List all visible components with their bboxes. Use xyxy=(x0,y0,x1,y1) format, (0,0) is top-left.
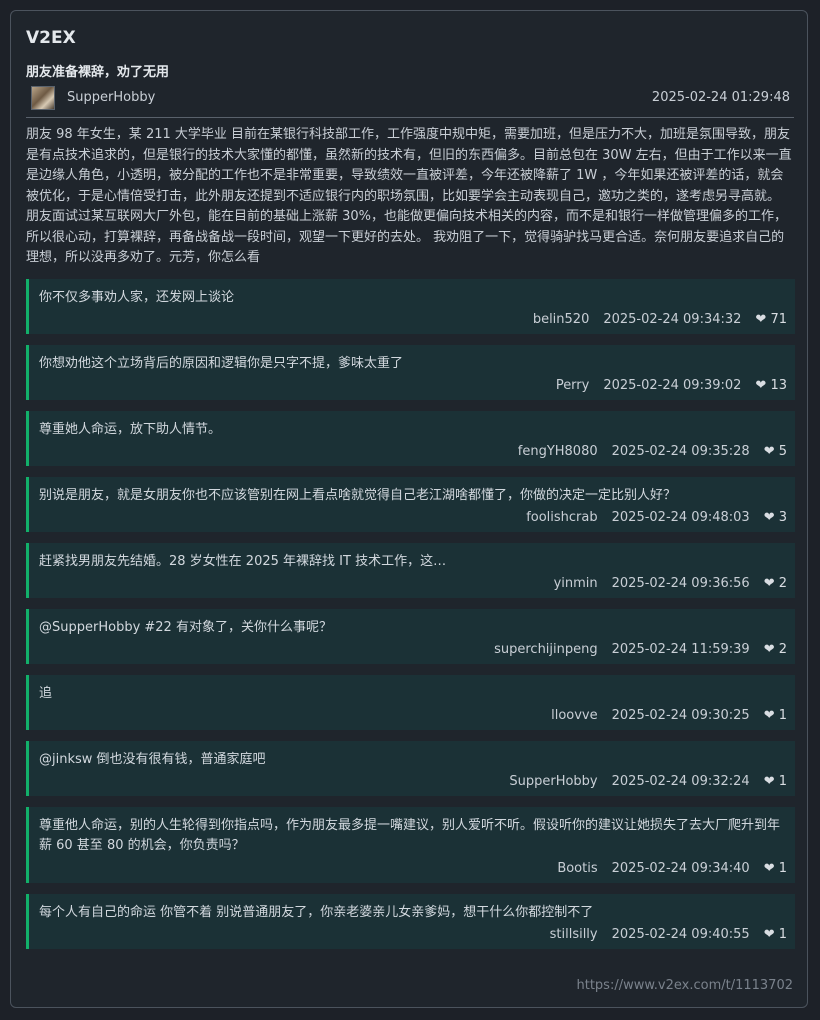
reply-meta: foolishcrab 2025-02-24 09:48:03 ❤ 3 xyxy=(512,510,787,525)
reply-item: 赶紧找男朋友先结婚。28 岁女性在 2025 年裸辞找 IT 技术工作，这… y… xyxy=(26,543,795,598)
author-row: SupperHobby 2025-02-24 01:29:48 xyxy=(26,85,790,113)
reply-user[interactable]: lloovve xyxy=(551,708,598,723)
reply-time: 2025-02-24 09:34:32 xyxy=(603,312,742,327)
reply-item: 尊重他人命运，别的人生轮得到你指点吗，作为朋友最多提一嘴建议，别人爱听不听。假设… xyxy=(26,807,795,883)
reply-text: 赶紧找男朋友先结婚。28 岁女性在 2025 年裸辞找 IT 技术工作，这… xyxy=(39,554,447,569)
reply-likes: ❤ 2 xyxy=(763,642,787,657)
reply-item: 追 lloovve 2025-02-24 09:30:25 ❤ 1 xyxy=(26,675,795,730)
reply-likes: ❤ 71 xyxy=(755,312,787,327)
reply-user[interactable]: belin520 xyxy=(533,312,590,327)
reply-user[interactable]: Bootis xyxy=(557,861,597,876)
reply-item: 尊重她人命运，放下助人情节。 fengYH8080 2025-02-24 09:3… xyxy=(26,411,795,466)
reply-user[interactable]: stillsilly xyxy=(550,927,598,942)
topic-url-link[interactable]: https://www.v2ex.com/t/1113702 xyxy=(576,978,793,993)
reply-time: 2025-02-24 09:39:02 xyxy=(603,378,742,393)
reply-likes: ❤ 3 xyxy=(763,510,787,525)
reply-text: 追 xyxy=(39,686,53,701)
avatar[interactable] xyxy=(31,86,55,110)
reply-item: 每个人有自己的命运 你管不着 别说普通朋友了，你亲老婆亲儿女亲爹妈，想干什么你都… xyxy=(26,894,795,949)
post-date: 2025-02-24 01:29:48 xyxy=(651,90,790,105)
site-title[interactable]: V2EX xyxy=(26,28,76,48)
topic-card: V2EX 朋友准备裸辞，劝了无用 SupperHobby 2025-02-24 … xyxy=(10,10,808,1008)
reply-time: 2025-02-24 09:30:25 xyxy=(611,708,750,723)
reply-time: 2025-02-24 09:48:03 xyxy=(611,510,750,525)
reply-item: @jinksw 倒也没有很有钱，普通家庭吧 SupperHobby 2025-02… xyxy=(26,741,795,796)
reply-meta: belin520 2025-02-24 09:34:32 ❤ 71 xyxy=(519,312,787,327)
reply-meta: superchijinpeng 2025-02-24 11:59:39 ❤ 2 xyxy=(480,642,787,657)
reply-item: 别说是朋友，就是女朋友你也不应该管别在网上看点啥就觉得自己老江湖啥都懂了，你做的… xyxy=(26,477,795,532)
reply-likes: ❤ 2 xyxy=(763,576,787,591)
reply-user[interactable]: SupperHobby xyxy=(509,774,597,789)
reply-meta: stillsilly 2025-02-24 09:40:55 ❤ 1 xyxy=(536,927,787,942)
reply-time: 2025-02-24 09:36:56 xyxy=(611,576,750,591)
reply-user[interactable]: Perry xyxy=(556,378,590,393)
reply-text: 尊重他人命运，别的人生轮得到你指点吗，作为朋友最多提一嘴建议，别人爱听不听。假设… xyxy=(39,818,781,853)
reply-user[interactable]: foolishcrab xyxy=(526,510,597,525)
reply-text: 你不仅多事劝人家，还发网上谈论 xyxy=(39,290,235,305)
reply-user[interactable]: yinmin xyxy=(554,576,598,591)
reply-text: 你想劝他这个立场背后的原因和逻辑你是只字不提，爹味太重了 xyxy=(39,356,404,371)
reply-meta: yinmin 2025-02-24 09:36:56 ❤ 2 xyxy=(540,576,787,591)
topic-content: 朋友 98 年女生，某 211 大学毕业 目前在某银行科技部工作，工作强度中规中… xyxy=(26,127,792,265)
reply-meta: Bootis 2025-02-24 09:34:40 ❤ 1 xyxy=(543,861,787,876)
reply-list: 你不仅多事劝人家，还发网上谈论 belin520 2025-02-24 09:34… xyxy=(26,279,795,960)
reply-text: 每个人有自己的命运 你管不着 别说普通朋友了，你亲老婆亲儿女亲爹妈，想干什么你都… xyxy=(39,905,594,920)
reply-likes: ❤ 1 xyxy=(763,708,787,723)
author-name[interactable]: SupperHobby xyxy=(67,90,155,105)
topic-title[interactable]: 朋友准备裸辞，劝了无用 xyxy=(26,61,169,80)
reply-user[interactable]: superchijinpeng xyxy=(494,642,598,657)
reply-likes: ❤ 1 xyxy=(763,927,787,942)
reply-meta: SupperHobby 2025-02-24 09:32:24 ❤ 1 xyxy=(495,774,787,789)
reply-time: 2025-02-24 09:34:40 xyxy=(611,861,750,876)
reply-likes: ❤ 5 xyxy=(763,444,787,459)
reply-likes: ❤ 1 xyxy=(763,861,787,876)
reply-user[interactable]: fengYH8080 xyxy=(518,444,598,459)
reply-time: 2025-02-24 09:32:24 xyxy=(611,774,750,789)
reply-meta: lloovve 2025-02-24 09:30:25 ❤ 1 xyxy=(537,708,787,723)
reply-time: 2025-02-24 11:59:39 xyxy=(611,642,750,657)
reply-item: 你想劝他这个立场背后的原因和逻辑你是只字不提，爹味太重了 Perry 2025-0… xyxy=(26,345,795,400)
reply-meta: Perry 2025-02-24 09:39:02 ❤ 13 xyxy=(542,378,787,393)
divider xyxy=(26,117,794,118)
reply-text: @jinksw 倒也没有很有钱，普通家庭吧 xyxy=(39,752,266,767)
reply-meta: fengYH8080 2025-02-24 09:35:28 ❤ 5 xyxy=(504,444,787,459)
reply-text: @SupperHobby #22 有对象了，关你什么事呢？ xyxy=(39,620,332,635)
reply-likes: ❤ 1 xyxy=(763,774,787,789)
reply-item: @SupperHobby #22 有对象了，关你什么事呢？ superchiji… xyxy=(26,609,795,664)
reply-item: 你不仅多事劝人家，还发网上谈论 belin520 2025-02-24 09:34… xyxy=(26,279,795,334)
reply-text: 尊重她人命运，放下助人情节。 xyxy=(39,422,222,437)
reply-text: 别说是朋友，就是女朋友你也不应该管别在网上看点啥就觉得自己老江湖啥都懂了，你做的… xyxy=(39,488,677,503)
reply-time: 2025-02-24 09:35:28 xyxy=(611,444,750,459)
reply-likes: ❤ 13 xyxy=(755,378,787,393)
reply-time: 2025-02-24 09:40:55 xyxy=(611,927,750,942)
